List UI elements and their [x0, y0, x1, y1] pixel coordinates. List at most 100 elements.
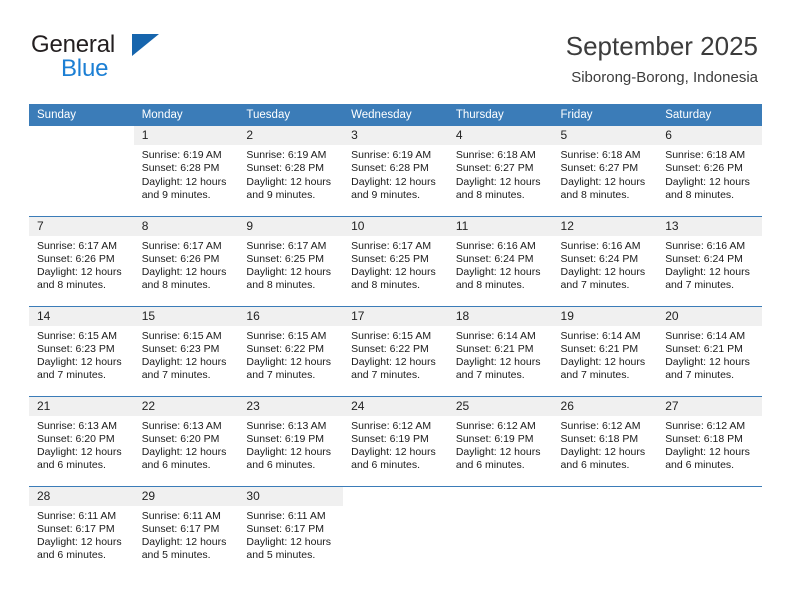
day-number: 18 [447, 306, 553, 326]
sunrise-text: Sunrise: 6:13 AM [37, 419, 117, 432]
day-details: Sunrise: 6:13 AM Sunset: 6:20 PM Dayligh… [134, 416, 239, 473]
day-number: 28 [29, 486, 134, 506]
day-details: Sunrise: 6:13 AM Sunset: 6:20 PM Dayligh… [29, 416, 134, 473]
day-cell[interactable]: 7 Sunrise: 6:17 AM Sunset: 6:26 PM Dayli… [29, 215, 134, 306]
day-cell[interactable]: 6 Sunrise: 6:18 AM Sunset: 6:26 PM Dayli… [657, 126, 762, 216]
daylight-text-line1: Daylight: 12 hours [141, 536, 227, 549]
daylight-text-line2: and 7 minutes. [246, 369, 316, 382]
day-number: 4 [447, 126, 553, 145]
daylight-text-line1: Daylight: 12 hours [560, 356, 646, 369]
sunset-text: Sunset: 6:21 PM [665, 342, 743, 355]
sunset-text: Sunset: 6:19 PM [455, 432, 534, 445]
day-cell[interactable]: 14 Sunrise: 6:15 AM Sunset: 6:23 PM Dayl… [29, 305, 134, 396]
title-block: September 2025 Siborong-Borong, Indonesi… [566, 30, 758, 87]
day-number: 15 [133, 306, 239, 326]
day-cell[interactable]: 27 Sunrise: 6:12 AM Sunset: 6:18 PM Dayl… [657, 395, 762, 486]
day-cell[interactable]: 8 Sunrise: 6:17 AM Sunset: 6:26 PM Dayli… [133, 215, 239, 306]
day-cell[interactable]: 28 Sunrise: 6:11 AM Sunset: 6:17 PM Dayl… [29, 485, 134, 576]
day-number: 24 [343, 396, 448, 416]
day-cell[interactable]: 30 Sunrise: 6:11 AM Sunset: 6:17 PM Dayl… [238, 485, 344, 576]
day-details: Sunrise: 6:18 AM Sunset: 6:27 PM Dayligh… [553, 145, 658, 202]
day-cell[interactable]: 13 Sunrise: 6:16 AM Sunset: 6:24 PM Dayl… [657, 215, 762, 306]
day-details: Sunrise: 6:19 AM Sunset: 6:28 PM Dayligh… [238, 145, 343, 202]
daylight-text-line2: and 7 minutes. [560, 279, 630, 292]
day-number: 30 [238, 486, 344, 506]
day-cell[interactable]: 29 Sunrise: 6:11 AM Sunset: 6:17 PM Dayl… [133, 485, 239, 576]
day-details: Sunrise: 6:12 AM Sunset: 6:18 PM Dayligh… [657, 416, 762, 473]
day-cell[interactable]: 4 Sunrise: 6:18 AM Sunset: 6:27 PM Dayli… [447, 126, 553, 216]
day-cell[interactable]: 1 Sunrise: 6:19 AM Sunset: 6:28 PM Dayli… [133, 126, 239, 216]
day-cell[interactable]: 26 Sunrise: 6:12 AM Sunset: 6:18 PM Dayl… [552, 395, 658, 486]
day-details: Sunrise: 6:19 AM Sunset: 6:28 PM Dayligh… [134, 145, 239, 202]
daylight-text-line1: Daylight: 12 hours [455, 356, 541, 369]
day-details: Sunrise: 6:17 AM Sunset: 6:26 PM Dayligh… [134, 236, 239, 293]
daylight-text-line1: Daylight: 12 hours [37, 446, 122, 459]
sunrise-text: Sunrise: 6:19 AM [351, 149, 432, 161]
day-cell[interactable]: 17 Sunrise: 6:15 AM Sunset: 6:22 PM Dayl… [343, 305, 448, 396]
day-cell[interactable]: 11 Sunrise: 6:16 AM Sunset: 6:24 PM Dayl… [447, 215, 553, 306]
day-details: Sunrise: 6:15 AM Sunset: 6:22 PM Dayligh… [343, 326, 448, 383]
daylight-text-line2: and 8 minutes. [351, 279, 420, 292]
day-cell[interactable]: 22 Sunrise: 6:13 AM Sunset: 6:20 PM Dayl… [133, 395, 239, 486]
day-details: Sunrise: 6:14 AM Sunset: 6:21 PM Dayligh… [448, 326, 553, 383]
weekday-header-monday: Monday [133, 104, 239, 126]
day-cell[interactable]: 23 Sunrise: 6:13 AM Sunset: 6:19 PM Dayl… [238, 395, 344, 486]
daylight-text-line1: Daylight: 12 hours [351, 446, 436, 459]
day-cell[interactable]: 15 Sunrise: 6:15 AM Sunset: 6:23 PM Dayl… [133, 305, 239, 396]
page-header: General Blue September 2025 Siborong-Bor… [0, 0, 792, 104]
daylight-text-line1: Daylight: 12 hours [246, 536, 332, 549]
weekday-header-tuesday: Tuesday [238, 104, 344, 126]
sunset-text: Sunset: 6:24 PM [560, 252, 639, 265]
sunrise-text: Sunrise: 6:17 AM [351, 239, 432, 252]
sunrise-text: Sunrise: 6:15 AM [246, 329, 327, 342]
day-cell[interactable]: 18 Sunrise: 6:14 AM Sunset: 6:21 PM Dayl… [447, 305, 553, 396]
daylight-text-line1: Daylight: 12 hours [455, 446, 541, 459]
sunrise-text: Sunrise: 6:17 AM [141, 239, 222, 252]
day-cell[interactable]: 24 Sunrise: 6:12 AM Sunset: 6:19 PM Dayl… [343, 395, 448, 486]
day-details: Sunrise: 6:19 AM Sunset: 6:28 PM Dayligh… [343, 145, 448, 202]
sunset-text: Sunset: 6:25 PM [351, 252, 429, 265]
sunrise-text: Sunrise: 6:11 AM [246, 509, 326, 522]
day-number [343, 486, 448, 506]
day-details: Sunrise: 6:11 AM Sunset: 6:17 PM Dayligh… [29, 506, 134, 563]
day-details: Sunrise: 6:12 AM Sunset: 6:18 PM Dayligh… [553, 416, 658, 473]
daylight-text-line1: Daylight: 12 hours [665, 356, 750, 369]
daylight-text-line1: Daylight: 12 hours [141, 356, 227, 369]
day-cell[interactable]: 5 Sunrise: 6:18 AM Sunset: 6:27 PM Dayli… [552, 126, 658, 216]
day-cell[interactable]: 20 Sunrise: 6:14 AM Sunset: 6:21 PM Dayl… [657, 305, 762, 396]
day-cell[interactable]: 25 Sunrise: 6:12 AM Sunset: 6:19 PM Dayl… [447, 395, 553, 486]
day-cell[interactable]: 12 Sunrise: 6:16 AM Sunset: 6:24 PM Dayl… [552, 215, 658, 306]
calendar-week-row: 1 Sunrise: 6:19 AM Sunset: 6:28 PM Dayli… [29, 126, 762, 216]
generalblue-logo[interactable]: General Blue [31, 31, 161, 83]
daylight-text-line1: Daylight: 12 hours [37, 356, 122, 369]
day-number: 7 [29, 216, 134, 236]
sunset-text: Sunset: 6:17 PM [141, 522, 220, 535]
day-cell[interactable]: 19 Sunrise: 6:14 AM Sunset: 6:21 PM Dayl… [552, 305, 658, 396]
daylight-text-line2: and 7 minutes. [351, 369, 420, 382]
sunrise-text: Sunrise: 6:15 AM [141, 329, 222, 342]
day-details: Sunrise: 6:16 AM Sunset: 6:24 PM Dayligh… [657, 236, 762, 293]
day-cell[interactable]: 9 Sunrise: 6:17 AM Sunset: 6:25 PM Dayli… [238, 215, 344, 306]
day-cell[interactable]: 10 Sunrise: 6:17 AM Sunset: 6:25 PM Dayl… [343, 215, 448, 306]
weekday-header-wednesday: Wednesday [343, 104, 448, 126]
sunset-text: Sunset: 6:28 PM [351, 162, 429, 175]
sunset-text: Sunset: 6:25 PM [246, 252, 325, 265]
day-details: Sunrise: 6:14 AM Sunset: 6:21 PM Dayligh… [553, 326, 658, 383]
sunset-text: Sunset: 6:19 PM [246, 432, 325, 445]
daylight-text-line2: and 6 minutes. [37, 549, 106, 562]
daylight-text-line2: and 7 minutes. [560, 369, 630, 382]
day-cell[interactable]: 3 Sunrise: 6:19 AM Sunset: 6:28 PM Dayli… [343, 126, 448, 216]
daylight-text-line2: and 7 minutes. [37, 369, 106, 382]
daylight-text-line1: Daylight: 12 hours [141, 446, 227, 459]
daylight-text-line2: and 6 minutes. [246, 459, 316, 472]
sunrise-text: Sunrise: 6:13 AM [246, 419, 327, 432]
weekday-header-thursday: Thursday [447, 104, 553, 126]
day-cell[interactable]: 21 Sunrise: 6:13 AM Sunset: 6:20 PM Dayl… [29, 395, 134, 486]
sunrise-text: Sunrise: 6:16 AM [665, 239, 746, 252]
day-number: 6 [657, 126, 762, 145]
day-cell[interactable]: 2 Sunrise: 6:19 AM Sunset: 6:28 PM Dayli… [238, 126, 344, 216]
day-cell[interactable]: 16 Sunrise: 6:15 AM Sunset: 6:22 PM Dayl… [238, 305, 344, 396]
daylight-text-line2: and 6 minutes. [141, 459, 211, 472]
daylight-text-line2: and 9 minutes. [141, 188, 211, 201]
daylight-text-line1: Daylight: 12 hours [351, 356, 436, 369]
